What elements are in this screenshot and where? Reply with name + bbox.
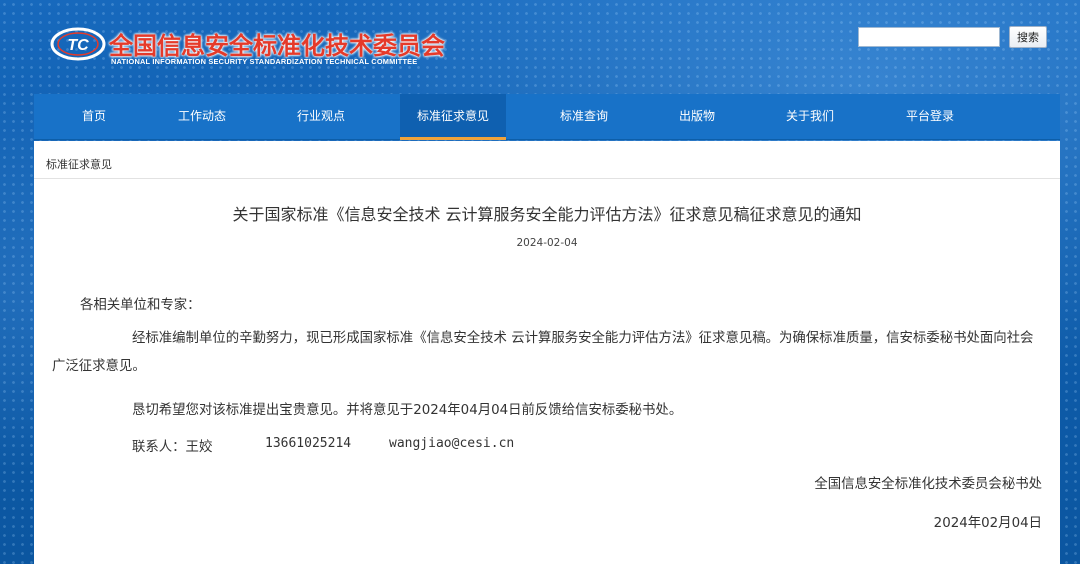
content-panel: 标准征求意见 关于国家标准《信息安全技术 云计算服务安全能力评估方法》征求意见稿… — [34, 141, 1060, 564]
main-nav: 首页 工作动态 行业观点 标准征求意见 标准查询 出版物 关于我们 平台登录 — [34, 94, 1060, 140]
article-signature: 全国信息安全标准化技术委员会秘书处 — [814, 477, 1042, 492]
svg-text:TC: TC — [67, 37, 89, 54]
nav-item-home[interactable]: 首页 — [34, 94, 154, 140]
site-header: TC 全国信息安全标准化技术委员会 NATIONAL INFORMATION S… — [0, 0, 1080, 94]
nav-item-industry-views[interactable]: 行业观点 — [261, 94, 381, 140]
article-salutation: 各相关单位和专家： — [80, 298, 201, 313]
nav-item-work-news[interactable]: 工作动态 — [142, 94, 262, 140]
site-title-cn[interactable]: 全国信息安全标准化技术委员会 — [109, 26, 445, 61]
breadcrumb[interactable]: 标准征求意见 — [46, 156, 112, 172]
site-title-en: NATIONAL INFORMATION SECURITY STANDARDIZ… — [111, 57, 418, 66]
article-signature-date: 2024年02月04日 — [933, 516, 1042, 531]
article-paragraph-2: 恳切希望您对该标准提出宝贵意见。并将意见于2024年04月04日前反馈给信安标委… — [132, 403, 683, 418]
contact-name: 联系人：王姣 — [132, 440, 213, 455]
search-input[interactable] — [858, 27, 1000, 47]
contact-email[interactable]: wangjiao@cesi.cn — [389, 436, 514, 451]
search-button[interactable]: 搜索 — [1009, 26, 1047, 48]
breadcrumb-bar: 标准征求意见 — [34, 141, 1060, 179]
article-date: 2024-02-04 — [516, 237, 578, 249]
nav-item-standard-comments[interactable]: 标准征求意见 — [400, 94, 506, 140]
nav-item-publications[interactable]: 出版物 — [637, 94, 757, 140]
nav-item-platform-login[interactable]: 平台登录 — [870, 94, 990, 140]
tc-logo-icon[interactable]: TC — [50, 26, 106, 62]
article-title: 关于国家标准《信息安全技术 云计算服务安全能力评估方法》征求意见稿征求意见的通知 — [232, 205, 862, 224]
nav-item-standard-query[interactable]: 标准查询 — [524, 94, 644, 140]
article-paragraph-1: 经标准编制单位的辛勤努力，现已形成国家标准《信息安全技术 云计算服务安全能力评估… — [52, 331, 1034, 374]
contact-phone: 13661025214 — [265, 436, 352, 451]
nav-item-about-us[interactable]: 关于我们 — [750, 94, 870, 140]
